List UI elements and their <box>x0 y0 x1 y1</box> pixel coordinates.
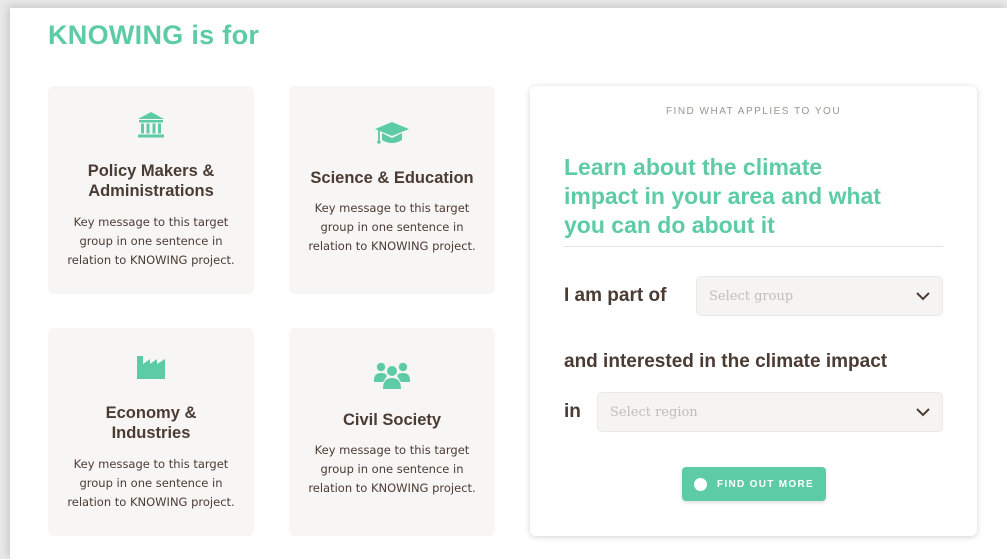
region-select[interactable]: Select region <box>597 392 943 432</box>
card-title-line: Economy & <box>105 404 197 422</box>
page-title: KNOWING is for <box>48 20 260 50</box>
card-title-line: Industries <box>111 424 191 442</box>
card-text-line: Key message to this target <box>314 443 470 457</box>
card-text-line: relation to KNOWING project. <box>308 239 476 253</box>
target-card-economy-industries[interactable]: Economy & Industries Key message to this… <box>48 328 254 536</box>
card-title: Economy & Industries <box>106 403 197 443</box>
finder-overline: FIND WHAT APPLIES TO YOU <box>665 106 842 117</box>
target-card-civil-society[interactable]: Civil Society Key message to this target… <box>289 328 495 536</box>
card-title: Science & Education <box>310 169 474 187</box>
factory-icon <box>136 352 166 380</box>
people-group-icon <box>373 360 411 390</box>
group-select-placeholder: Select group <box>709 288 794 304</box>
card-text-line: group in one sentence in <box>320 462 464 476</box>
chevron-down-icon <box>916 291 930 301</box>
headline-line: Learn about the climate <box>564 154 823 180</box>
headline-line: impact in your area and what <box>564 183 881 209</box>
compass-icon <box>694 477 708 491</box>
card-title-line: Administrations <box>88 182 214 200</box>
card-text-line: relation to KNOWING project. <box>308 481 476 495</box>
institution-icon <box>136 110 166 140</box>
card-text-line: group in one sentence in <box>79 476 223 490</box>
chevron-down-icon <box>916 407 930 417</box>
target-card-policy-makers[interactable]: Policy Makers & Administrations Key mess… <box>48 86 254 294</box>
find-out-more-label: FIND OUT MORE <box>717 478 814 490</box>
group-select[interactable]: Select group <box>696 276 943 316</box>
region-select-placeholder: Select region <box>610 404 698 420</box>
card-title: Policy Makers & Administrations <box>88 161 215 201</box>
card-text-line: relation to KNOWING project. <box>67 253 235 267</box>
target-card-science-education[interactable]: Science & Education Key message to this … <box>289 86 495 294</box>
card-text-line: Key message to this target <box>73 457 229 471</box>
card-title-line: Policy Makers & <box>87 162 215 180</box>
card-text: Key message to this target group in one … <box>297 199 487 256</box>
card-text-line: group in one sentence in <box>79 234 223 248</box>
card-title: Civil Society <box>342 411 442 429</box>
in-label: in <box>564 401 581 422</box>
card-text: Key message to this target group in one … <box>297 441 487 498</box>
divider <box>564 246 943 247</box>
card-text-line: relation to KNOWING project. <box>67 495 235 509</box>
card-text-line: Key message to this target <box>73 215 229 229</box>
finder-headline: Learn about the climate impact in your a… <box>564 153 944 240</box>
graduation-cap-icon <box>374 118 410 148</box>
card-text-line: Key message to this target <box>314 201 470 215</box>
part-of-label: I am part of <box>564 285 667 306</box>
find-out-more-button[interactable]: FIND OUT MORE <box>682 467 826 501</box>
interested-label: and interested in the climate impact <box>564 351 888 372</box>
card-text: Key message to this target group in one … <box>56 455 246 512</box>
card-text-line: group in one sentence in <box>320 220 464 234</box>
card-text: Key message to this target group in one … <box>56 213 246 270</box>
finder-panel: FIND WHAT APPLIES TO YOU Learn about the… <box>530 86 977 536</box>
headline-line: you can do about it <box>564 212 775 238</box>
